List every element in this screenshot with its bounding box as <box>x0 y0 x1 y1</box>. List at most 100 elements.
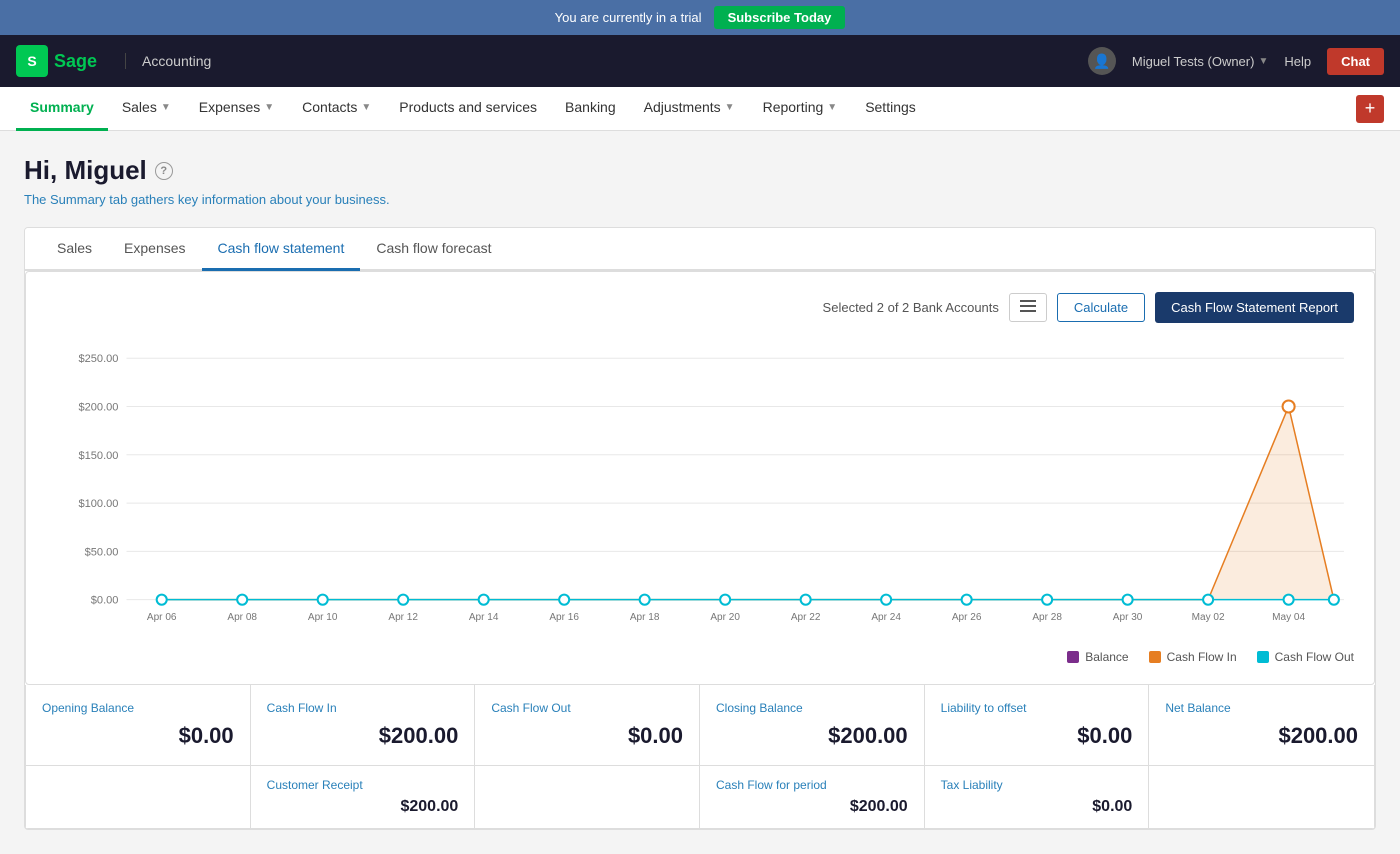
svg-text:Apr 24: Apr 24 <box>871 612 901 623</box>
card-closing-balance: Closing Balance $200.00 <box>700 685 925 765</box>
sage-logo: S Sage <box>16 45 97 77</box>
cash-flow-in-value: $200.00 <box>267 723 459 749</box>
reporting-dropdown-arrow: ▼ <box>827 102 837 113</box>
svg-text:Apr 30: Apr 30 <box>1113 612 1143 623</box>
sub-card-0 <box>26 766 251 828</box>
tab-expenses[interactable]: Expenses <box>108 228 201 271</box>
chart-controls: Selected 2 of 2 Bank Accounts Calculate … <box>46 292 1354 323</box>
greeting-text: Hi, Miguel <box>24 155 147 186</box>
main-nav: Summary Sales ▼ Expenses ▼ Contacts ▼ Pr… <box>0 87 1400 131</box>
cash-flow-in-legend-label: Cash Flow In <box>1167 650 1237 664</box>
sage-logo-icon: S <box>16 45 48 77</box>
chart-section: Selected 2 of 2 Bank Accounts Calculate … <box>25 271 1375 685</box>
filter-button[interactable] <box>1009 293 1047 322</box>
svg-text:$100.00: $100.00 <box>79 498 119 510</box>
cash-flow-out-legend-dot <box>1257 651 1269 663</box>
svg-text:Apr 26: Apr 26 <box>952 612 982 623</box>
cash-flow-out-label: Cash Flow Out <box>491 701 683 715</box>
sub-card-tax-liability: Tax Liability $0.00 <box>925 766 1150 828</box>
liability-offset-value: $0.00 <box>941 723 1133 749</box>
trial-bar: You are currently in a trial Subscribe T… <box>0 0 1400 35</box>
opening-balance-value: $0.00 <box>42 723 234 749</box>
customer-receipt-label: Customer Receipt <box>267 778 459 792</box>
legend-cash-flow-in: Cash Flow In <box>1149 650 1237 664</box>
svg-text:$250.00: $250.00 <box>79 353 119 365</box>
top-nav-right: 👤 Miguel Tests (Owner) ▼ Help Chat <box>1088 47 1384 75</box>
nav-item-settings[interactable]: Settings <box>851 87 930 131</box>
nav-item-summary[interactable]: Summary <box>16 87 108 131</box>
summary-cards: Opening Balance $0.00 Cash Flow In $200.… <box>25 685 1375 766</box>
nav-item-products[interactable]: Products and services <box>385 87 551 131</box>
tab-cash-flow-forecast[interactable]: Cash flow forecast <box>360 228 507 271</box>
nav-item-reporting[interactable]: Reporting ▼ <box>749 87 852 131</box>
svg-text:Apr 08: Apr 08 <box>227 612 257 623</box>
svg-text:Apr 12: Apr 12 <box>388 612 418 623</box>
customer-receipt-value: $200.00 <box>267 798 459 816</box>
legend-balance: Balance <box>1067 650 1128 664</box>
expenses-dropdown-arrow: ▼ <box>264 102 274 113</box>
tab-area: Sales Expenses Cash flow statement Cash … <box>24 227 1376 830</box>
closing-balance-value: $200.00 <box>716 723 908 749</box>
net-balance-label: Net Balance <box>1165 701 1358 715</box>
chart-container: $250.00 $200.00 $150.00 $100.00 $50.00 $… <box>46 339 1354 642</box>
card-liability-offset: Liability to offset $0.00 <box>925 685 1150 765</box>
svg-text:Apr 06: Apr 06 <box>147 612 177 623</box>
cash-flow-period-value: $200.00 <box>716 798 908 816</box>
chat-button[interactable]: Chat <box>1327 48 1384 75</box>
svg-text:$50.00: $50.00 <box>85 546 119 558</box>
main-nav-right: + <box>1356 95 1384 123</box>
contacts-dropdown-arrow: ▼ <box>361 102 371 113</box>
tab-sales[interactable]: Sales <box>41 228 108 271</box>
svg-text:Apr 28: Apr 28 <box>1032 612 1062 623</box>
nav-item-banking[interactable]: Banking <box>551 87 630 131</box>
help-link[interactable]: Help <box>1284 54 1311 69</box>
tab-cash-flow-statement[interactable]: Cash flow statement <box>202 228 361 271</box>
tax-liability-value: $0.00 <box>941 798 1133 816</box>
cash-flow-period-label: Cash Flow for period <box>716 778 908 792</box>
cash-flow-in-label: Cash Flow In <box>267 701 459 715</box>
tax-liability-label: Tax Liability <box>941 778 1133 792</box>
card-opening-balance: Opening Balance $0.00 <box>26 685 251 765</box>
legend-cash-flow-out: Cash Flow Out <box>1257 650 1354 664</box>
accounting-label: Accounting <box>125 53 211 69</box>
greeting-help-icon[interactable]: ? <box>155 162 173 180</box>
page-content: Hi, Miguel ? The Summary tab gathers key… <box>0 131 1400 854</box>
svg-text:$200.00: $200.00 <box>79 402 119 414</box>
top-nav: S Sage Accounting 👤 Miguel Tests (Owner)… <box>0 35 1400 87</box>
svg-text:Apr 10: Apr 10 <box>308 612 338 623</box>
card-cash-flow-in: Cash Flow In $200.00 <box>251 685 476 765</box>
svg-text:Apr 14: Apr 14 <box>469 612 499 623</box>
chart-legend: Balance Cash Flow In Cash Flow Out <box>46 650 1354 664</box>
cash-flow-in-legend-dot <box>1149 651 1161 663</box>
chart-svg: $250.00 $200.00 $150.00 $100.00 $50.00 $… <box>46 339 1354 639</box>
adjustments-dropdown-arrow: ▼ <box>725 102 735 113</box>
svg-text:$150.00: $150.00 <box>79 450 119 462</box>
trial-text: You are currently in a trial <box>555 10 702 25</box>
calculate-button[interactable]: Calculate <box>1057 293 1145 322</box>
page-subtitle: The Summary tab gathers key information … <box>24 192 1376 207</box>
bank-accounts-text: Selected 2 of 2 Bank Accounts <box>823 300 999 315</box>
nav-item-contacts[interactable]: Contacts ▼ <box>288 87 385 131</box>
svg-text:Apr 22: Apr 22 <box>791 612 821 623</box>
sub-card-5 <box>1149 766 1374 828</box>
balance-legend-dot <box>1067 651 1079 663</box>
sage-logo-text: Sage <box>54 51 97 72</box>
sub-card-cash-flow-period: Cash Flow for period $200.00 <box>700 766 925 828</box>
svg-text:Apr 20: Apr 20 <box>710 612 740 623</box>
summary-sub-cards: Customer Receipt $200.00 Cash Flow for p… <box>25 766 1375 829</box>
card-net-balance: Net Balance $200.00 <box>1149 685 1374 765</box>
nav-item-expenses[interactable]: Expenses ▼ <box>185 87 288 131</box>
user-dropdown-arrow: ▼ <box>1258 56 1268 67</box>
content-tabs: Sales Expenses Cash flow statement Cash … <box>25 228 1375 271</box>
user-info[interactable]: Miguel Tests (Owner) ▼ <box>1132 54 1268 69</box>
user-label: Miguel Tests (Owner) <box>1132 54 1255 69</box>
nav-item-adjustments[interactable]: Adjustments ▼ <box>630 87 749 131</box>
cash-flow-report-button[interactable]: Cash Flow Statement Report <box>1155 292 1354 323</box>
user-avatar-icon[interactable]: 👤 <box>1088 47 1116 75</box>
subscribe-button[interactable]: Subscribe Today <box>714 6 846 29</box>
sub-card-2 <box>475 766 700 828</box>
opening-balance-label: Opening Balance <box>42 701 234 715</box>
cash-flow-out-legend-label: Cash Flow Out <box>1275 650 1354 664</box>
nav-item-sales[interactable]: Sales ▼ <box>108 87 185 131</box>
add-button[interactable]: + <box>1356 95 1384 123</box>
